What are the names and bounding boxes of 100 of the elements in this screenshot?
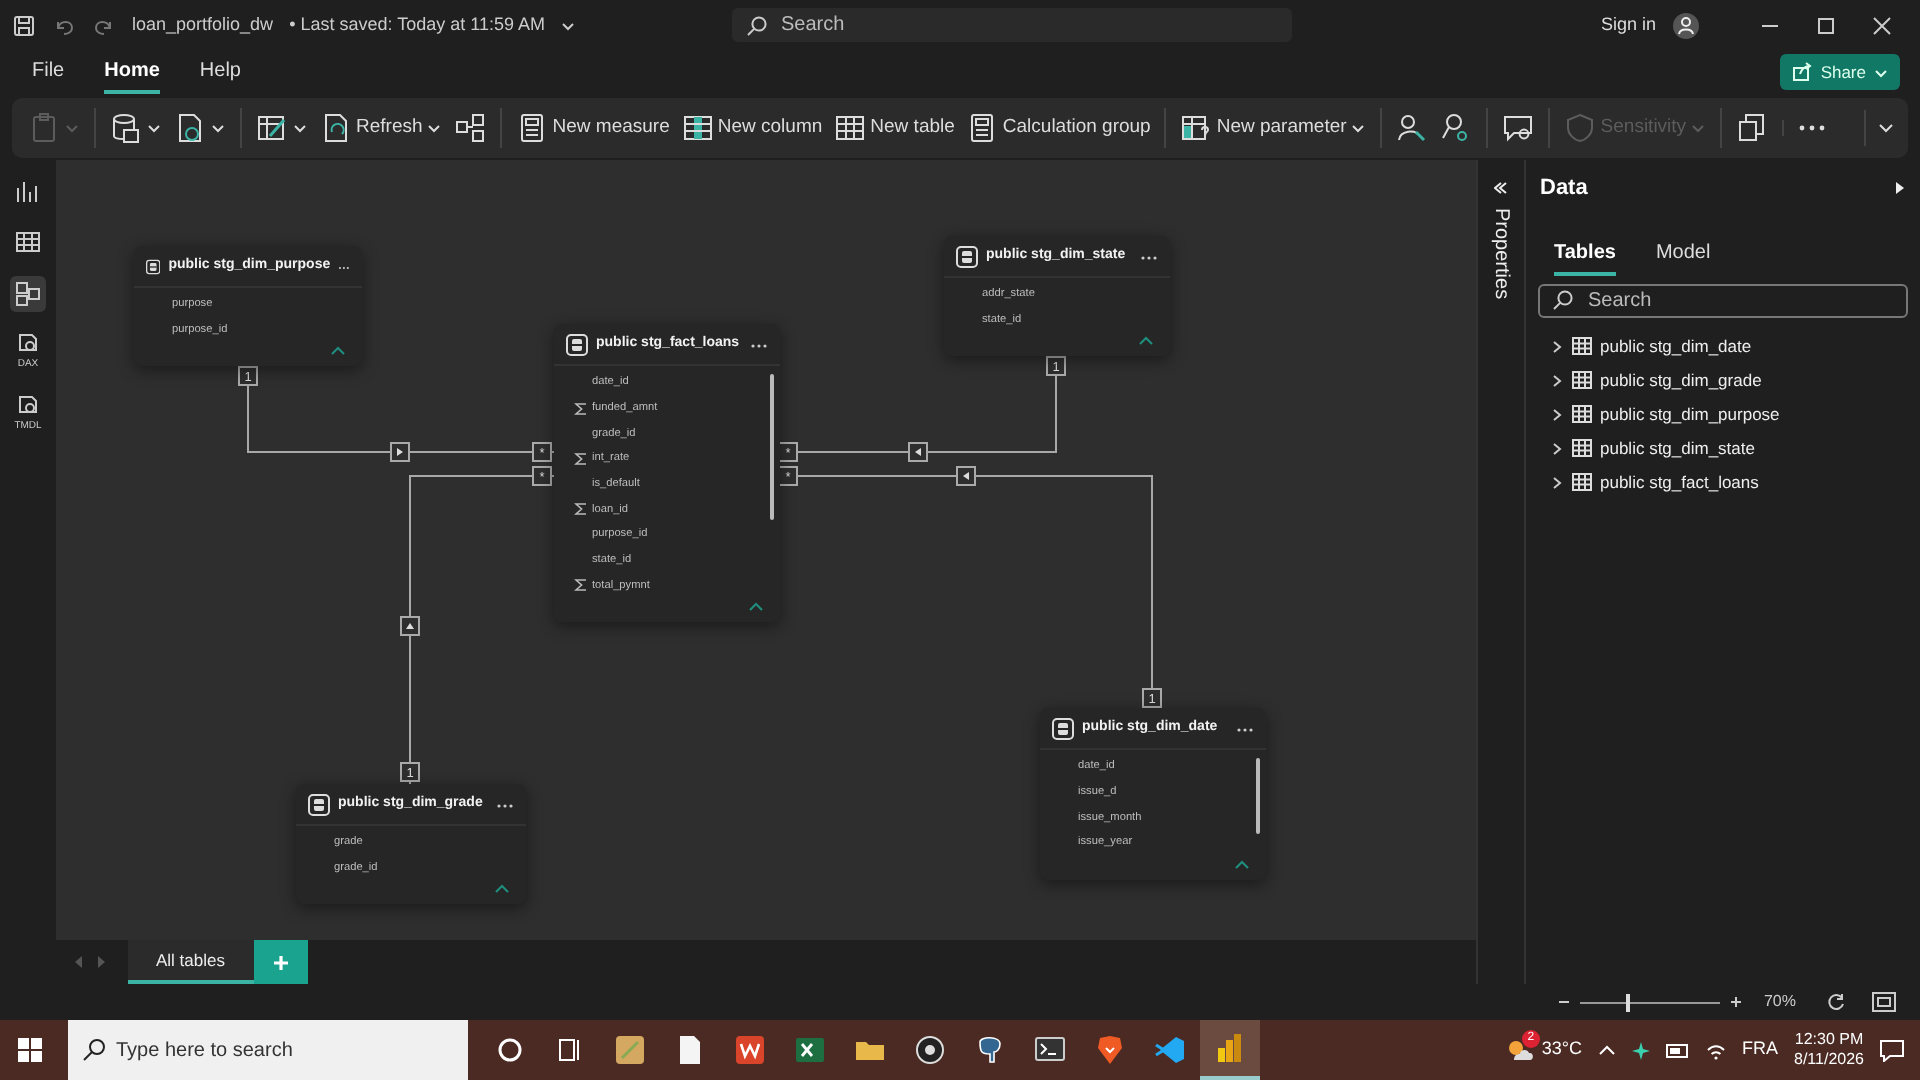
- close-icon[interactable]: [1872, 15, 1892, 35]
- spreadsheet-icon: [794, 1034, 826, 1066]
- table-icon: [1572, 438, 1592, 458]
- more-icon[interactable]: [496, 801, 514, 809]
- collapse-left-icon[interactable]: [1493, 180, 1509, 196]
- collapse-icon[interactable]: [1138, 336, 1154, 347]
- person-key-icon: [1396, 112, 1429, 144]
- caret-icon: [426, 120, 443, 136]
- file-title: loan_portfolio_dw: [132, 11, 274, 38]
- table-icon: [566, 334, 588, 356]
- scrollbar[interactable]: [770, 374, 774, 520]
- table-icon: [146, 256, 161, 278]
- parameter-icon: [1180, 112, 1213, 144]
- save-icon[interactable]: [12, 13, 36, 37]
- clipboard-icon: [28, 112, 60, 144]
- maximize-icon[interactable]: [1816, 15, 1836, 35]
- calculator-icon: [516, 112, 549, 144]
- language-indicator[interactable]: FRA: [1742, 1036, 1778, 1064]
- search-icon: [746, 14, 769, 36]
- tree-item[interactable]: public stg_fact_loans: [1538, 465, 1771, 499]
- weather-icon[interactable]: [1505, 1037, 1534, 1062]
- document-clock-icon: [174, 112, 206, 144]
- fit-screen-icon[interactable]: [1872, 992, 1896, 1012]
- notification-icon[interactable]: [1880, 1039, 1904, 1061]
- scrollbar[interactable]: [1256, 758, 1260, 834]
- sigma-icon: [574, 451, 588, 466]
- collapse-icon[interactable]: [330, 346, 346, 357]
- model-view-button[interactable]: [10, 276, 46, 312]
- report-icon: [14, 176, 42, 204]
- bar-chart-icon: [1214, 1032, 1246, 1064]
- table-icon: [1572, 404, 1592, 424]
- user-icon[interactable]: [1672, 11, 1700, 39]
- collapse-icon[interactable]: [1234, 859, 1250, 870]
- sigma-icon: [574, 401, 588, 416]
- tree-item[interactable]: public stg_dim_state: [1538, 431, 1767, 465]
- add-layout-button[interactable]: [253, 940, 307, 984]
- diagram-icon: [454, 112, 487, 144]
- menu-tab[interactable]: Help: [199, 51, 241, 93]
- slider-thumb[interactable]: [1626, 993, 1631, 1011]
- menu-tab[interactable]: Home: [104, 51, 160, 93]
- sparkle-icon[interactable]: [1632, 1041, 1650, 1059]
- pane-title[interactable]: Properties: [1486, 208, 1516, 300]
- database-button[interactable]: [94, 108, 166, 148]
- database-icon: [110, 112, 142, 144]
- share-button[interactable]: Share: [1780, 53, 1900, 91]
- caret-icon[interactable]: [560, 17, 577, 33]
- caret-icon: [1874, 65, 1888, 79]
- search-icon: [82, 1038, 106, 1062]
- model-icon: [14, 280, 42, 308]
- calculator-button[interactable]: Calculation group: [962, 108, 1155, 148]
- chevron-up-icon[interactable]: [1598, 1044, 1616, 1056]
- caret-icon: [1350, 120, 1367, 136]
- code-editor-icon: [1154, 1034, 1186, 1066]
- reset-icon[interactable]: [1826, 992, 1846, 1012]
- clock-date[interactable]: 8/11/2026: [1794, 1050, 1864, 1070]
- zoom-level: 70%: [1763, 990, 1796, 1014]
- table-icon: [956, 246, 978, 268]
- table-icon: [308, 794, 330, 816]
- grid-pencil-button[interactable]: [240, 108, 312, 148]
- refresh-icon: [320, 112, 352, 144]
- comment-icon: [1502, 112, 1535, 144]
- expand-pane-icon[interactable]: [1892, 180, 1908, 197]
- search-field[interactable]: Search: [1538, 283, 1908, 317]
- wifi-icon[interactable]: [1706, 1041, 1726, 1059]
- column-icon: [681, 112, 714, 144]
- plus-icon: [271, 953, 289, 971]
- ball-icon: [914, 1034, 946, 1066]
- tree-item[interactable]: public stg_dim_date: [1538, 329, 1764, 363]
- windows-icon: [16, 1036, 44, 1064]
- search-field[interactable]: Search: [732, 8, 1293, 42]
- collapse-ribbon-icon[interactable]: [1876, 118, 1896, 138]
- table-button[interactable]: New table: [830, 108, 959, 148]
- pane-tab[interactable]: Tables: [1554, 233, 1616, 275]
- more-icon[interactable]: [1236, 725, 1254, 733]
- refresh-button[interactable]: Refresh: [316, 108, 447, 148]
- sign-in-link[interactable]: Sign in: [1600, 11, 1656, 39]
- layout-tab[interactable]: All tables: [128, 940, 253, 984]
- sigma-icon: [574, 502, 588, 517]
- zoom-in-icon[interactable]: [1729, 996, 1742, 1008]
- calculator-button[interactable]: New measure: [500, 108, 674, 148]
- more-icon[interactable]: [750, 341, 768, 349]
- pane-tab[interactable]: Model: [1655, 233, 1711, 275]
- search-field[interactable]: Type here to search: [68, 1020, 468, 1080]
- zoom-out-icon[interactable]: [1557, 996, 1570, 1008]
- tree-item[interactable]: public stg_dim_purpose: [1538, 397, 1792, 431]
- clock-time[interactable]: 12:30 PM: [1794, 1030, 1864, 1050]
- circle-icon: [494, 1034, 526, 1066]
- table-icon: [1572, 370, 1592, 390]
- notes-icon: [614, 1034, 646, 1066]
- tree-item[interactable]: public stg_dim_grade: [1538, 363, 1774, 397]
- table-icon: [14, 228, 42, 256]
- collapse-icon[interactable]: [494, 884, 510, 895]
- battery-icon[interactable]: [1666, 1043, 1690, 1057]
- terminal-icon: [1034, 1034, 1066, 1066]
- temperature-label: 33°C: [1541, 1036, 1582, 1063]
- more-icon[interactable]: [1140, 253, 1158, 261]
- menu-tab[interactable]: File: [32, 51, 65, 93]
- collapse-icon[interactable]: [748, 602, 764, 613]
- column-button[interactable]: New column: [677, 108, 827, 148]
- parameter-button[interactable]: New parameter: [1164, 108, 1371, 148]
